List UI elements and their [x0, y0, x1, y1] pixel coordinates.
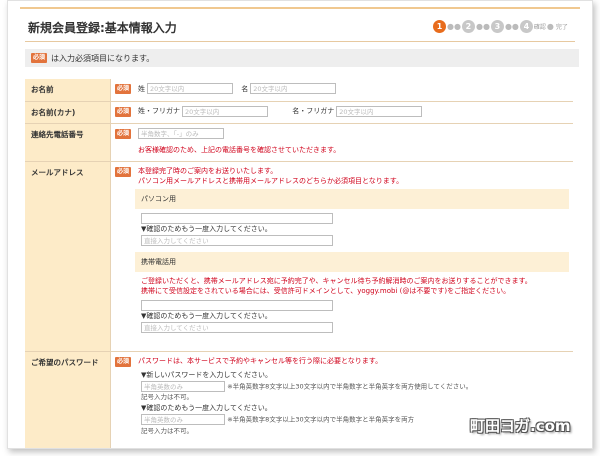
- required-badge: 必須: [115, 356, 132, 367]
- sei-kana-label: 姓・フリガナ: [138, 107, 180, 115]
- row-email: メールアドレス 必須 本登録完了時のご案内をお送りいたします。 パソコン用メール…: [25, 161, 573, 352]
- registration-form: お名前 必須 姓 20文字以内 名 20文字以内 お名前(カナ) 必須 姓・フリガナ…: [25, 79, 573, 448]
- sei-input[interactable]: 20文字以内: [147, 83, 233, 94]
- new-password-input[interactable]: 半角英数のみ: [141, 380, 225, 392]
- mobile-email-heading: 携帯電話用: [135, 251, 569, 272]
- step-confirm-label: 確認: [533, 24, 546, 31]
- row-name: お名前 必須 姓 20文字以内 名 20文字以内: [25, 79, 573, 102]
- pc-email-heading: パソコン用: [135, 188, 569, 209]
- phone-label: 連絡先電話番号: [25, 123, 112, 162]
- row-kana: お名前(カナ) 必須 姓・フリガナ 20文字以内 名・フリガナ 20文字以内: [25, 101, 573, 124]
- mei-input[interactable]: 20文字以内: [250, 83, 337, 94]
- required-badge: 必須: [115, 84, 132, 94]
- step-4-indicator: 4: [519, 20, 533, 33]
- email-intro-1: 本登録完了時のご案内をお送りいたします。: [138, 166, 278, 175]
- email-label: メールアドレス: [25, 161, 112, 352]
- mei-kana-input[interactable]: 20文字以内: [336, 105, 423, 117]
- step-2-indicator: 2: [461, 20, 475, 33]
- password-symbol-note: 記号入力は不可。: [141, 393, 193, 401]
- pc-email-input[interactable]: [141, 212, 333, 224]
- name-label: お名前: [25, 79, 112, 102]
- required-badge: 必須: [115, 128, 132, 139]
- required-badge: 必須: [31, 53, 48, 63]
- sei-kana-input[interactable]: 20文字以内: [182, 105, 268, 117]
- required-notice-text: は入力必須項目になります。: [51, 53, 155, 63]
- step-connector: ●●: [447, 22, 461, 31]
- confirm-password-rule: ※半角英数字8文字以上30文字以内で半角数字と半角英字を両方: [227, 415, 415, 424]
- password-label: ご希望のパスワード: [25, 351, 112, 448]
- required-notice: 必須 は入力必須項目になります。: [25, 49, 579, 67]
- step-connector: ●●: [504, 22, 519, 31]
- site-watermark: 町田ヨガ.com: [470, 417, 571, 435]
- registration-window: 新規会員登録:基本情報入力 1 ●● 2 ●● 3 ●● 4 確認 ● 完了 必…: [7, 0, 593, 449]
- sei-label: 姓: [138, 84, 145, 93]
- new-password-label: ▼新しいパスワードを入力してください。: [141, 370, 272, 379]
- confirm-password-input[interactable]: 半角英数のみ: [141, 414, 225, 425]
- password-rule: ※半角英数字8文字以上30文字以内で半角数字と半角英字を両方使用してください。: [227, 382, 473, 390]
- step-connector: ●: [546, 22, 554, 31]
- page-title: 新規会員登録:基本情報入力: [28, 21, 177, 35]
- mobile-email-input[interactable]: [141, 299, 333, 311]
- mei-label: 名: [241, 84, 249, 93]
- step-complete-label: 完了: [555, 24, 568, 31]
- phone-note: お客様確認のため、上記の電話番号を確認させていただきます。: [138, 145, 341, 154]
- pc-email-confirm-label: ▼確認のためもう一度入力してください。: [141, 225, 272, 233]
- mobile-email-confirm-label: ▼確認のためもう一度入力してください。: [141, 312, 272, 320]
- row-phone: 連絡先電話番号 必須 半角数字、「-」のみ お客様確認のため、上記の電話番号を確…: [25, 123, 573, 162]
- email-intro-2: パソコン用メールアドレスと携帯用メールアドレスのどちらか必須項目となります。: [138, 176, 404, 185]
- step-3-indicator: 3: [490, 20, 504, 33]
- confirm-password-label: ▼確認のためもう一度入力してください。: [141, 404, 272, 412]
- progress-steps: 1 ●● 2 ●● 3 ●● 4 確認 ● 完了: [433, 20, 568, 33]
- required-badge: 必須: [115, 166, 132, 177]
- mei-kana-label: 名・フリガナ: [292, 107, 335, 115]
- mobile-email-confirm-input[interactable]: 直接入力してください: [141, 322, 333, 333]
- mobile-email-note-1: ご登録いただくと、携帯メールアドレス宛に予約完了や、キャンセル待ち予約解消時のご…: [141, 276, 532, 285]
- top-accent-line: [20, 7, 580, 9]
- header-divider: [25, 41, 575, 42]
- phone-input[interactable]: 半角数字、「-」のみ: [138, 127, 224, 139]
- password-intro: パスワードは、本サービスで予約やキャンセル等を行う際に必要となります。: [138, 356, 383, 365]
- step-connector: ●●: [475, 22, 490, 31]
- pc-email-confirm-input[interactable]: 直接入力してください: [141, 235, 333, 246]
- kana-label: お名前(カナ): [25, 101, 112, 124]
- mobile-email-note-2: 携帯にて受信設定をされている場合には、受信許可ドメインとして、yoggy.mob…: [141, 286, 511, 295]
- step-1-indicator: 1: [433, 20, 446, 33]
- required-badge: 必須: [115, 106, 132, 117]
